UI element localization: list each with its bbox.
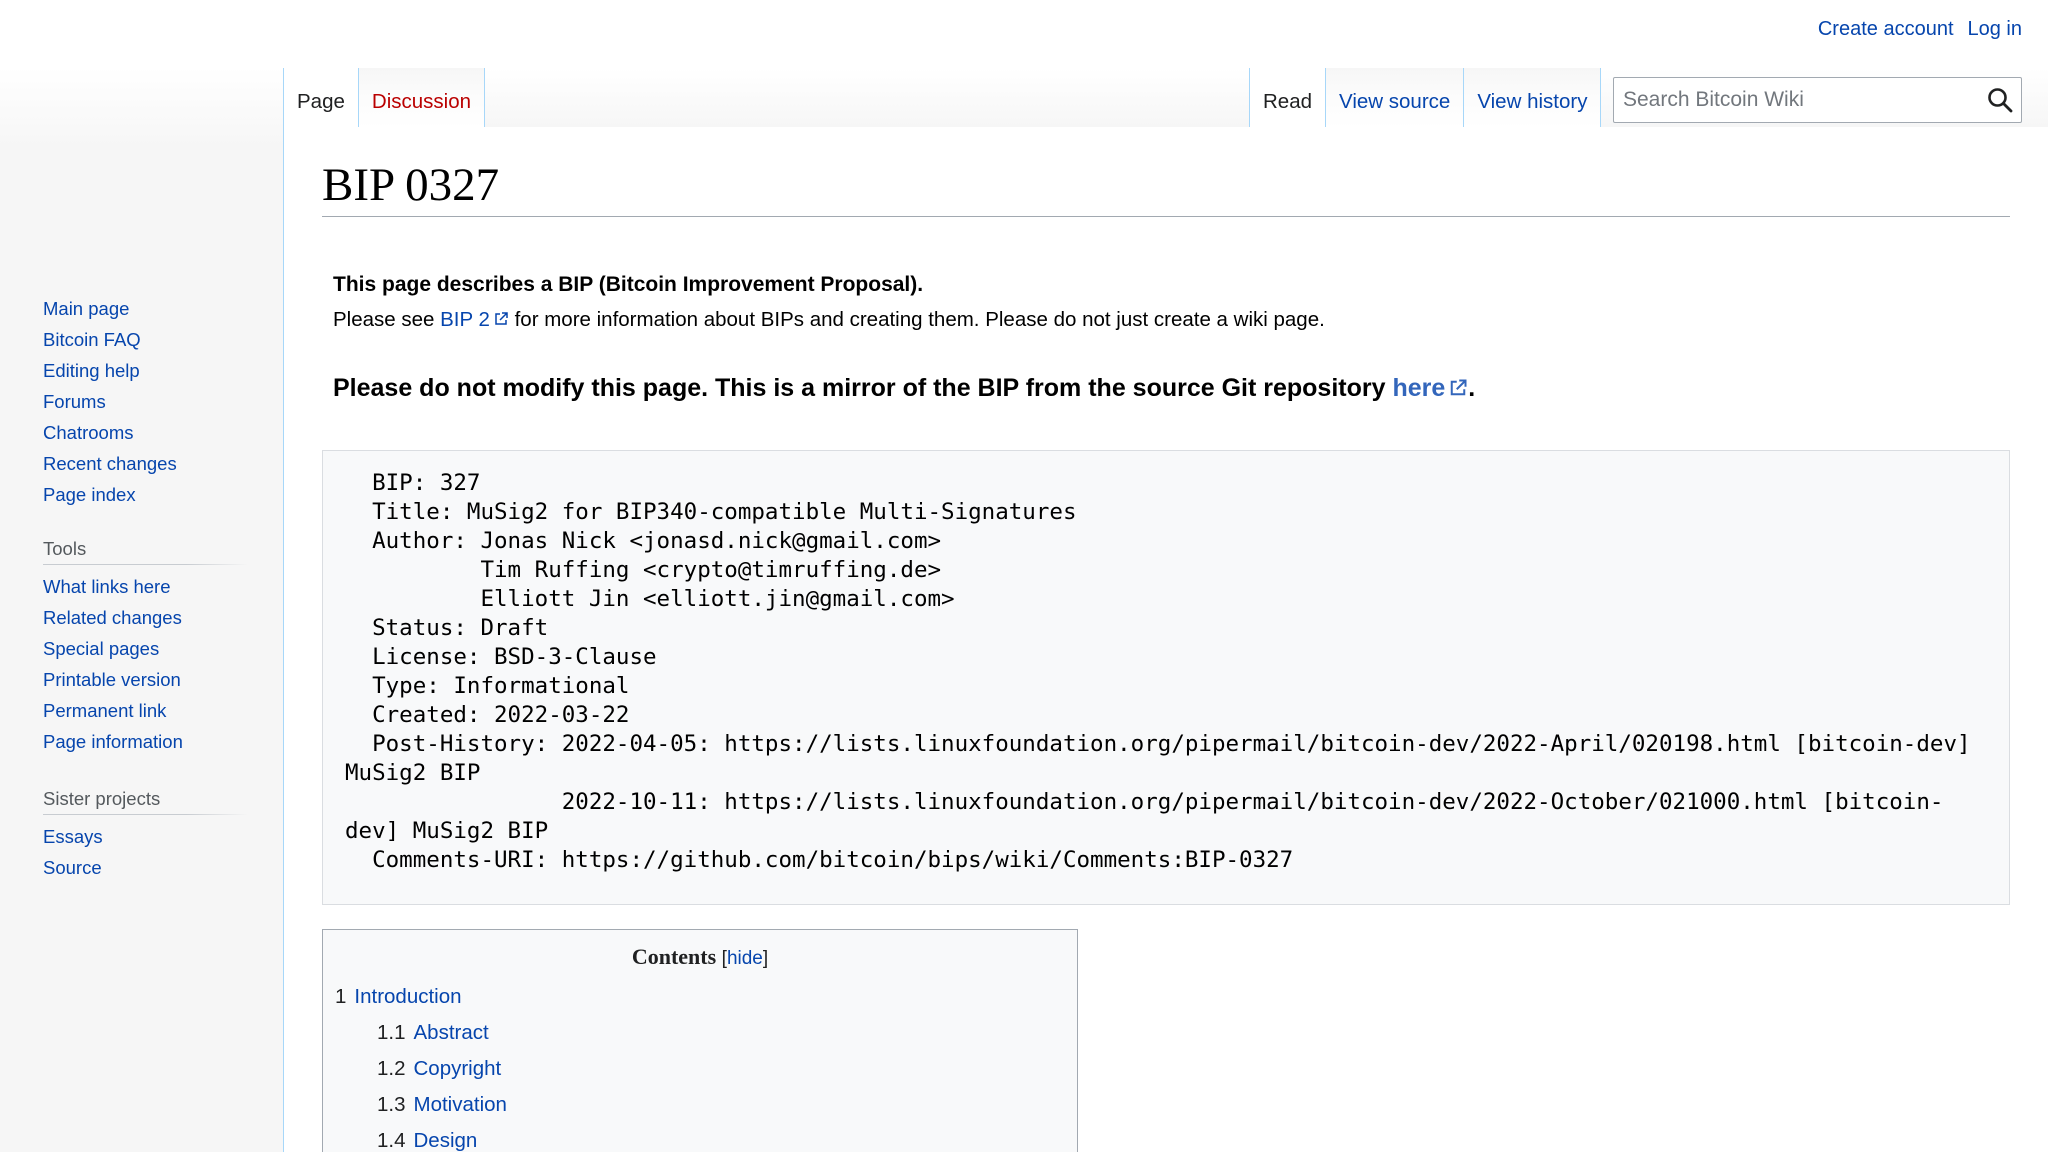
tools-item-permanent-link[interactable]: Permanent link	[43, 695, 248, 726]
page-title: BIP 0327	[322, 161, 2010, 217]
tools-item-label[interactable]: What links here	[43, 576, 171, 597]
search-box	[1613, 77, 2022, 123]
tab-view-history[interactable]: View history	[1464, 68, 1602, 128]
toc-item-number: 1.2	[377, 1057, 406, 1080]
view-tabs: Read View source View history	[1249, 68, 1602, 128]
sidebar-item-chatrooms[interactable]: Chatrooms	[43, 417, 248, 448]
external-link-icon	[495, 312, 508, 325]
left-header-area	[0, 68, 283, 148]
notice-text-before: Please see	[333, 308, 441, 331]
search-icon[interactable]	[1987, 87, 2013, 113]
top-bar	[0, 0, 2048, 68]
mirror-text: Please do not modify this page. This is …	[333, 374, 1393, 402]
sidebar-tools: Tools What links here Related changes Spec…	[43, 537, 248, 757]
source-repo-link[interactable]: here	[1392, 374, 1468, 402]
toc-item-design[interactable]: 1.4 Design	[335, 1126, 1065, 1152]
sidebar-item-label[interactable]: Forums	[43, 391, 106, 412]
tab-view-source[interactable]: View source	[1326, 68, 1465, 128]
sidebar-item-bitcoin-faq[interactable]: Bitcoin FAQ	[43, 324, 248, 355]
tools-item-label[interactable]: Printable version	[43, 669, 181, 690]
tools-item-what-links-here[interactable]: What links here	[43, 571, 248, 602]
sidebar-item-label[interactable]: Editing help	[43, 360, 140, 381]
toc-item-motivation[interactable]: 1.3 Motivation	[335, 1090, 1065, 1126]
tools-item-label[interactable]: Page information	[43, 731, 183, 752]
bip2-link[interactable]: BIP 2	[440, 308, 509, 331]
bip2-link-label: BIP 2	[440, 308, 490, 331]
sidebar-item-editing-help[interactable]: Editing help	[43, 355, 248, 386]
source-repo-link-label: here	[1392, 374, 1446, 402]
toc-toggle: [hide]	[721, 948, 769, 969]
toc-item-link[interactable]: Motivation	[414, 1093, 507, 1116]
toc-item-link[interactable]: Copyright	[414, 1057, 502, 1080]
toc-item-link[interactable]: Abstract	[414, 1021, 489, 1044]
tools-item-label[interactable]: Special pages	[43, 638, 159, 659]
mirror-notice: Please do not modify this page. This is …	[333, 374, 1475, 403]
sidebar-item-label[interactable]: Main page	[43, 298, 129, 319]
tab-read[interactable]: Read	[1250, 68, 1327, 128]
toc-item-link[interactable]: Introduction	[354, 985, 461, 1008]
sister-item-label[interactable]: Essays	[43, 826, 103, 847]
content: BIP 0327 This page describes a BIP (Bitc…	[283, 127, 2048, 1152]
toc-item-number: 1.4	[377, 1129, 406, 1152]
sidebar-item-main-page[interactable]: Main page	[43, 293, 248, 324]
tools-item-label[interactable]: Related changes	[43, 607, 182, 628]
bip-notice-heading: This page describes a BIP (Bitcoin Impro…	[333, 273, 924, 296]
tools-item-special-pages[interactable]: Special pages	[43, 633, 248, 664]
log-in-link[interactable]: Log in	[1968, 18, 2023, 41]
tools-item-page-information[interactable]: Page information	[43, 726, 248, 757]
toc-item-abstract[interactable]: 1.1 Abstract	[335, 1018, 1065, 1054]
toc-heading: Contents	[631, 944, 717, 969]
sidebar-item-label[interactable]: Chatrooms	[43, 422, 133, 443]
sidebar-item-label[interactable]: Recent changes	[43, 453, 177, 474]
sidebar-item-page-index[interactable]: Page index	[43, 479, 248, 510]
sister-item-source[interactable]: Source	[43, 852, 248, 883]
search-input[interactable]	[1614, 78, 1974, 122]
tab-discussion[interactable]: Discussion	[358, 68, 486, 128]
sidebar-item-forums[interactable]: Forums	[43, 386, 248, 417]
toc-item-number: 1.3	[377, 1093, 406, 1116]
tools-item-related-changes[interactable]: Related changes	[43, 602, 248, 633]
create-account-link[interactable]: Create account	[1818, 18, 1954, 41]
sidebar-item-recent-changes[interactable]: Recent changes	[43, 448, 248, 479]
tools-item-printable-version[interactable]: Printable version	[43, 664, 248, 695]
bip-header-block: BIP: 327 Title: MuSig2 for BIP340-compat…	[322, 450, 2010, 905]
sidebar-item-label[interactable]: Bitcoin FAQ	[43, 329, 141, 350]
sister-item-essays[interactable]: Essays	[43, 821, 248, 852]
table-of-contents: Contents [hide] 1 Introduction 1.1 Abstract…	[322, 929, 1078, 1152]
sidebar-item-label[interactable]: Page index	[43, 484, 136, 505]
tools-item-label[interactable]: Permanent link	[43, 700, 166, 721]
mirror-end: .	[1468, 374, 1476, 402]
external-link-icon	[1451, 379, 1467, 396]
toc-item-copyright[interactable]: 1.2 Copyright	[335, 1054, 1065, 1090]
tab-page[interactable]: Page	[284, 68, 359, 128]
sister-projects-heading: Sister projects	[43, 787, 248, 815]
notice-text-after: for more information about BIPs and crea…	[508, 308, 1325, 331]
personal-tools: Create account Log in	[1818, 18, 2022, 41]
sister-item-label[interactable]: Source	[43, 857, 102, 878]
toc-item-number: 1	[335, 985, 347, 1008]
toc-item-number: 1.1	[377, 1021, 406, 1044]
toc-list: 1 Introduction 1.1 Abstract 1.2 Copyright 1.3 M…	[335, 982, 1065, 1152]
bip-notice-text: Please see BIP 2 for more information ab…	[333, 308, 1325, 332]
tools-heading: Tools	[43, 537, 248, 565]
sidebar-navigation: Main page Bitcoin FAQ Editing help Forums Ch…	[43, 293, 248, 510]
sidebar: Main page Bitcoin FAQ Editing help Forums Ch…	[0, 148, 283, 1152]
toc-item-introduction[interactable]: 1 Introduction	[335, 982, 1065, 1018]
toc-hide-link[interactable]: hide	[727, 948, 763, 969]
namespace-tabs: Page Discussion	[283, 68, 486, 128]
toc-item-link[interactable]: Design	[414, 1129, 478, 1152]
sidebar-sister-projects: Sister projects Essays Source	[43, 787, 248, 883]
toc-title: Contents [hide]	[335, 944, 1065, 970]
